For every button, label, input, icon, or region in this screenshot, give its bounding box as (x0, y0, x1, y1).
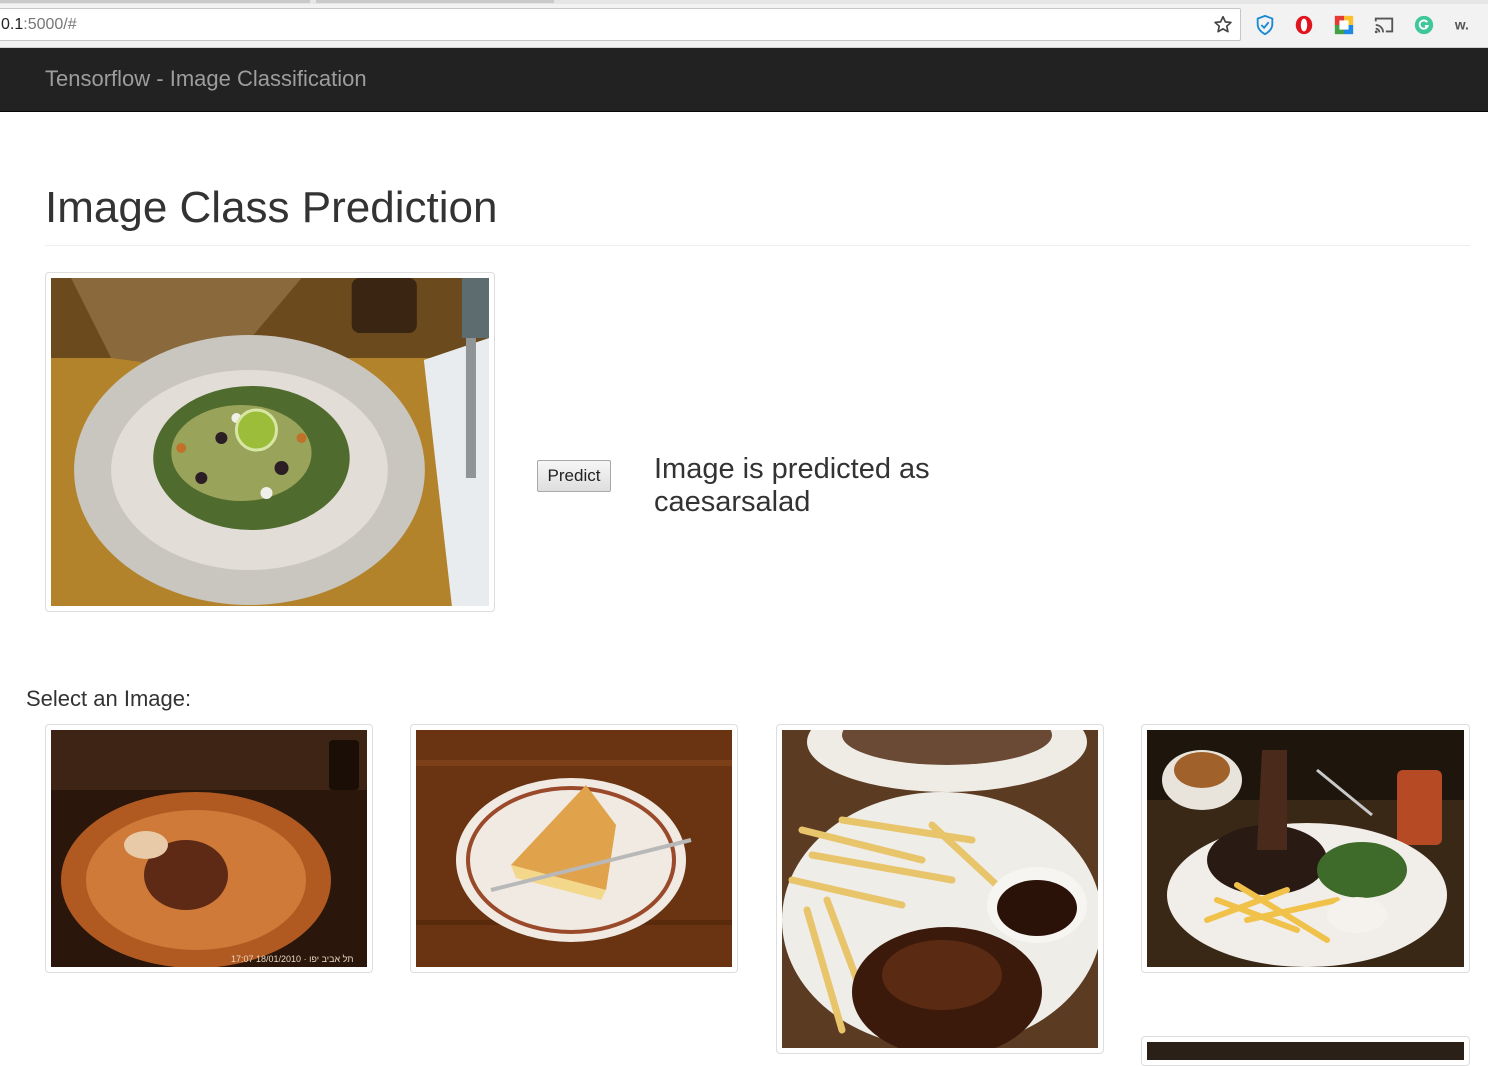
address-bar[interactable]: 0.1:5000/# (0, 8, 1241, 41)
tab-edge (316, 0, 554, 3)
gallery-item-ribs[interactable] (776, 724, 1104, 1054)
svg-text:w.: w. (1454, 18, 1469, 33)
url-text: 0.1:5000/# (1, 16, 77, 33)
cast-icon[interactable] (1372, 13, 1396, 37)
tab-edge (0, 0, 310, 3)
opera-icon[interactable] (1292, 13, 1316, 37)
title-divider (45, 245, 1470, 246)
wappalyzer-icon[interactable]: w. (1452, 13, 1476, 37)
dessert-plate-photo: 17:07 18/01/2010 · תל אביב יפו (51, 730, 367, 967)
shield-check-icon[interactable] (1253, 13, 1277, 37)
gallery-item-dessert[interactable]: 17:07 18/01/2010 · תל אביב יפו (45, 724, 373, 973)
preview-image (45, 272, 495, 612)
next-food-photo (1147, 1042, 1464, 1060)
prediction-result: Image is predicted as caesarsalad (654, 453, 930, 518)
steak-fries-salad-photo (1147, 730, 1464, 967)
bookmark-star-icon[interactable] (1212, 14, 1234, 36)
grammarly-icon[interactable] (1412, 13, 1436, 37)
tab-strip (0, 0, 1488, 4)
photo-timestamp: 17:07 18/01/2010 · תל אביב יפו (231, 954, 353, 964)
pie-slice-photo (416, 730, 732, 967)
page-title: Image Class Prediction (45, 183, 498, 232)
gallery-item-next[interactable] (1141, 1036, 1470, 1066)
navbar-brand[interactable]: Tensorflow - Image Classification (45, 66, 367, 92)
navbar: Tensorflow - Image Classification (0, 48, 1488, 112)
ribs-fries-photo (782, 730, 1098, 1048)
select-image-label: Select an Image: (26, 686, 192, 711)
caesar-salad-photo (51, 278, 489, 606)
gallery-item-pie[interactable] (410, 724, 738, 973)
color-picker-icon[interactable] (1332, 13, 1356, 37)
predict-button[interactable]: Predict (537, 460, 611, 492)
gallery-item-steak[interactable] (1141, 724, 1470, 973)
browser-toolbar: 0.1:5000/# w. (0, 0, 1488, 48)
